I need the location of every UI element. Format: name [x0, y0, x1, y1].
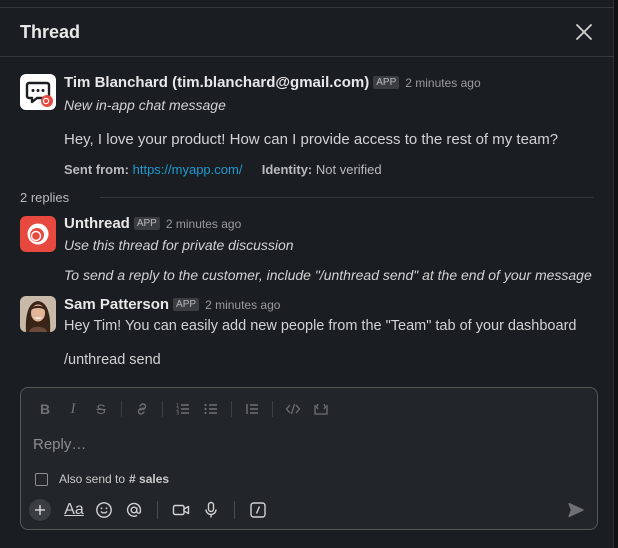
toolbar-divider — [162, 401, 163, 417]
replies-count: 2 replies — [20, 190, 80, 205]
also-send-label: Also send to — [59, 472, 126, 486]
reply-message-unthread: Unthread APP 2 minutes ago Use this thread… — [0, 213, 614, 288]
reply-composer: B I S 123 Reply… Also send to # sales Aa — [20, 387, 598, 530]
message-subtitle: New in-app chat message — [64, 97, 226, 113]
text-format-label: Aa — [64, 501, 84, 518]
toolbar-divider — [121, 401, 122, 417]
reply-message-sam: Sam Patterson APP 2 minutes ago Hey Tim! Y… — [0, 294, 614, 374]
sender-name[interactable]: Sam Patterson — [64, 296, 169, 313]
channel-name: # sales — [129, 472, 170, 486]
thread-title: Thread — [20, 22, 81, 42]
strikethrough-icon[interactable]: S — [87, 398, 115, 420]
close-icon[interactable] — [572, 20, 596, 44]
app-badge: APP — [373, 76, 400, 89]
message-line-1: Hey Tim! You can easily add new people f… — [64, 318, 577, 334]
parent-message: Tim Blanchard (tim.blanchard@gmail.com) A… — [0, 70, 614, 180]
sent-from-link[interactable]: https://myapp.com/ — [133, 162, 243, 177]
replies-divider: 2 replies — [20, 188, 594, 208]
app-badge: APP — [173, 298, 200, 311]
user-photo-icon — [20, 296, 56, 332]
video-icon[interactable] — [166, 498, 196, 522]
toolbar-divider — [157, 501, 158, 519]
composer-actions: Aa — [29, 498, 273, 522]
sender-name[interactable]: Tim Blanchard (tim.blanchard@gmail.com) — [64, 74, 369, 91]
divider-line — [100, 197, 594, 198]
code-icon[interactable] — [279, 398, 307, 420]
message-line-1: Use this thread for private discussion — [64, 237, 294, 253]
identity-label: Identity: — [261, 162, 313, 177]
bold-icon[interactable]: B — [31, 398, 59, 420]
svg-text:3: 3 — [176, 411, 179, 417]
bulleted-list-icon[interactable] — [197, 398, 225, 420]
app-chat-avatar[interactable] — [20, 74, 56, 110]
window-edge — [614, 0, 618, 548]
chat-bubble-icon — [25, 81, 53, 107]
send-icon[interactable] — [567, 501, 585, 519]
formatting-toolbar: B I S 123 — [31, 398, 335, 420]
microphone-icon[interactable] — [196, 498, 226, 522]
thread-header: Thread — [0, 7, 614, 57]
unthread-avatar[interactable] — [20, 216, 56, 252]
message-body: Hey, I love your product! How can I prov… — [64, 131, 559, 148]
sender-name[interactable]: Unthread — [64, 215, 130, 232]
ordered-list-icon[interactable]: 123 — [169, 398, 197, 420]
text-format-icon[interactable]: Aa — [59, 498, 89, 522]
italic-icon[interactable]: I — [59, 398, 87, 420]
thread-panel: Thread Tim Blanchard (tim.blanchard@gmai… — [0, 0, 614, 548]
slash-command-icon[interactable] — [243, 498, 273, 522]
timestamp[interactable]: 2 minutes ago — [405, 76, 480, 90]
reply-input[interactable] — [33, 436, 573, 453]
identity-value: Not verified — [315, 162, 382, 177]
avatar[interactable] — [20, 296, 56, 332]
toolbar-divider — [272, 401, 273, 417]
link-icon[interactable] — [128, 398, 156, 420]
sent-from-label: Sent from: — [64, 162, 129, 177]
message-line-2: To send a reply to the customer, include… — [64, 267, 592, 283]
also-send-option: Also send to # sales — [35, 472, 169, 486]
message-line-2: /unthread send — [64, 352, 161, 368]
timestamp[interactable]: 2 minutes ago — [205, 298, 280, 312]
mention-icon[interactable] — [119, 498, 149, 522]
message-meta: Sent from: https://myapp.com/ Identity: … — [64, 162, 382, 177]
timestamp[interactable]: 2 minutes ago — [166, 217, 241, 231]
plus-icon[interactable] — [29, 499, 51, 521]
unthread-logo-icon — [27, 223, 49, 245]
blockquote-icon[interactable] — [238, 398, 266, 420]
also-send-checkbox[interactable] — [35, 472, 48, 486]
emoji-icon[interactable] — [89, 498, 119, 522]
toolbar-divider — [231, 401, 232, 417]
toolbar-divider — [234, 501, 235, 519]
app-badge: APP — [133, 217, 160, 230]
code-block-icon[interactable] — [307, 398, 335, 420]
